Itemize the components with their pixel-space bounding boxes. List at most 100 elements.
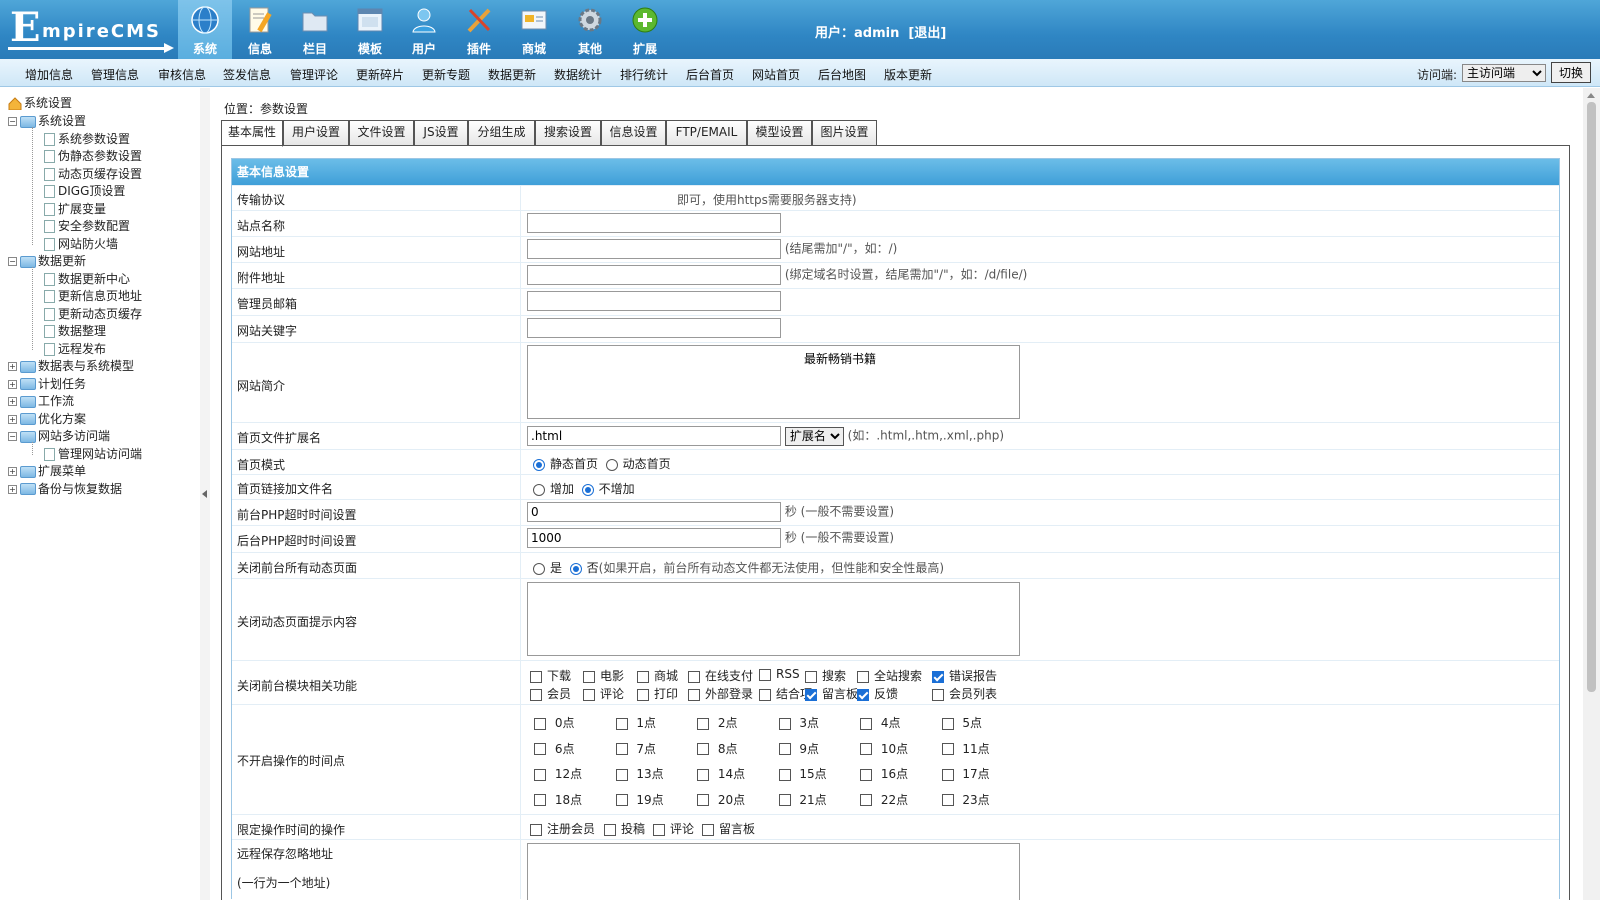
hour-checkbox[interactable]	[860, 768, 872, 781]
tree-group[interactable]: − 数据更新	[8, 253, 86, 270]
hour-checkbox[interactable]	[615, 717, 628, 730]
nav-button-4[interactable]: 用户	[397, 0, 451, 59]
tree-group[interactable]: + 优化方案	[8, 411, 86, 428]
expand-icon[interactable]: +	[8, 362, 17, 371]
access-select[interactable]: 主访问端	[1462, 64, 1546, 82]
hour-checkbox[interactable]	[860, 743, 872, 755]
hour-checkbox[interactable]	[534, 717, 546, 730]
nav-button-2[interactable]: 栏目	[288, 0, 342, 59]
sidebar-toggle[interactable]	[200, 88, 210, 900]
tree-group[interactable]: + 数据表与系统模型	[8, 358, 134, 375]
scrollbar-thumb[interactable]	[1587, 102, 1596, 692]
nav-button-3[interactable]: 模板	[343, 0, 397, 59]
tab-0[interactable]: 基本属性	[221, 120, 283, 147]
tab-8[interactable]: 模型设置	[747, 120, 812, 146]
attach-url-input[interactable]	[527, 265, 781, 285]
close-dynamic-yes-radio[interactable]	[533, 562, 545, 575]
close-dynamic-no-radio[interactable]	[569, 562, 582, 575]
expand-icon[interactable]: +	[8, 467, 17, 476]
module-checkbox[interactable]	[857, 670, 869, 683]
module-checkbox[interactable]	[759, 668, 771, 681]
add-filename-radio[interactable]	[533, 483, 545, 496]
ext-select[interactable]: 扩展名	[784, 426, 844, 446]
module-checkbox[interactable]	[637, 670, 649, 683]
hour-checkbox[interactable]	[860, 717, 872, 730]
site-url-input[interactable]	[527, 239, 781, 259]
module-checkbox[interactable]	[759, 688, 771, 701]
collapse-icon[interactable]: −	[8, 117, 17, 126]
expand-icon[interactable]: +	[8, 397, 17, 406]
tree-item[interactable]: 系统参数设置	[44, 131, 130, 148]
module-checkbox[interactable]	[583, 688, 595, 701]
tree-item[interactable]: 伪静态参数设置	[44, 148, 142, 165]
hour-checkbox[interactable]	[860, 794, 872, 806]
tree-item[interactable]: 动态页缓存设置	[44, 166, 142, 183]
tree-item[interactable]: 远程发布	[44, 341, 106, 358]
limit-op-checkbox[interactable]	[604, 823, 616, 836]
collapse-icon[interactable]: −	[8, 432, 17, 441]
tab-7[interactable]: FTP/EMAIL	[666, 120, 747, 146]
hour-checkbox[interactable]	[778, 717, 791, 730]
hour-checkbox[interactable]	[534, 794, 546, 806]
tab-6[interactable]: 信息设置	[601, 120, 666, 146]
menu-item[interactable]: 审核信息	[158, 66, 206, 83]
tab-3[interactable]: JS设置	[414, 120, 468, 146]
tab-1[interactable]: 用户设置	[283, 120, 349, 146]
hour-checkbox[interactable]	[697, 768, 709, 781]
tree-item[interactable]: 网站防火墙	[44, 236, 118, 253]
hour-checkbox[interactable]	[697, 717, 709, 730]
menu-item[interactable]: 网站首页	[752, 66, 800, 83]
menu-item[interactable]: 排行统计	[620, 66, 668, 83]
module-checkbox[interactable]	[805, 688, 817, 701]
tree-group[interactable]: + 工作流	[8, 393, 74, 410]
remote-ignore-textarea[interactable]	[527, 843, 1020, 900]
hour-checkbox[interactable]	[615, 743, 628, 755]
module-checkbox[interactable]	[932, 670, 944, 683]
switch-button[interactable]: 切换	[1551, 62, 1591, 83]
menu-item[interactable]: 后台首页	[686, 66, 734, 83]
menu-item[interactable]: 更新专题	[422, 66, 470, 83]
no-filename-radio[interactable]	[581, 483, 594, 496]
module-checkbox[interactable]	[688, 688, 700, 701]
module-checkbox[interactable]	[932, 688, 944, 701]
close-tip-textarea[interactable]	[527, 582, 1020, 656]
vertical-scrollbar[interactable]	[1583, 88, 1600, 900]
nav-button-8[interactable]: 扩展	[618, 0, 672, 59]
back-timeout-input[interactable]	[527, 528, 781, 548]
tree-item[interactable]: 扩展变量	[44, 201, 106, 218]
hour-checkbox[interactable]	[534, 743, 546, 755]
collapse-icon[interactable]: −	[8, 257, 17, 266]
tree-group[interactable]: + 扩展菜单	[8, 463, 86, 480]
menu-item[interactable]: 管理评论	[290, 66, 338, 83]
tree-item[interactable]: 管理网站访问端	[44, 446, 142, 463]
tree-item[interactable]: DIGG顶设置	[44, 183, 125, 200]
admin-email-input[interactable]	[527, 291, 781, 311]
index-ext-input[interactable]	[527, 426, 781, 446]
nav-button-5[interactable]: 插件	[452, 0, 506, 59]
module-checkbox[interactable]	[583, 670, 595, 683]
keywords-input[interactable]	[527, 318, 781, 338]
hour-checkbox[interactable]	[697, 794, 709, 806]
expand-icon[interactable]: +	[8, 379, 17, 389]
nav-button-0[interactable]: 系统	[178, 0, 232, 59]
menu-item[interactable]: 签发信息	[223, 66, 271, 83]
tree-item[interactable]: 更新信息页地址	[44, 288, 142, 305]
limit-op-checkbox[interactable]	[530, 823, 542, 836]
hour-checkbox[interactable]	[941, 768, 954, 781]
menu-item[interactable]: 更新碎片	[356, 66, 404, 83]
intro-textarea[interactable]: 最新畅销书籍	[527, 345, 1020, 419]
hour-checkbox[interactable]	[778, 743, 791, 755]
menu-item[interactable]: 数据统计	[554, 66, 602, 83]
tab-2[interactable]: 文件设置	[349, 120, 414, 146]
module-checkbox[interactable]	[637, 688, 649, 701]
module-checkbox[interactable]	[530, 670, 542, 683]
module-checkbox[interactable]	[805, 670, 817, 683]
tab-5[interactable]: 搜索设置	[535, 120, 601, 146]
menu-item[interactable]: 管理信息	[91, 66, 139, 83]
tree-root[interactable]: 系统设置	[8, 95, 72, 112]
nav-button-6[interactable]: 商城	[507, 0, 561, 59]
tree-item[interactable]: 数据整理	[44, 323, 106, 340]
scroll-up-icon[interactable]	[1587, 93, 1595, 98]
dynamic-index-radio[interactable]	[605, 458, 618, 471]
static-index-radio[interactable]	[533, 458, 545, 471]
